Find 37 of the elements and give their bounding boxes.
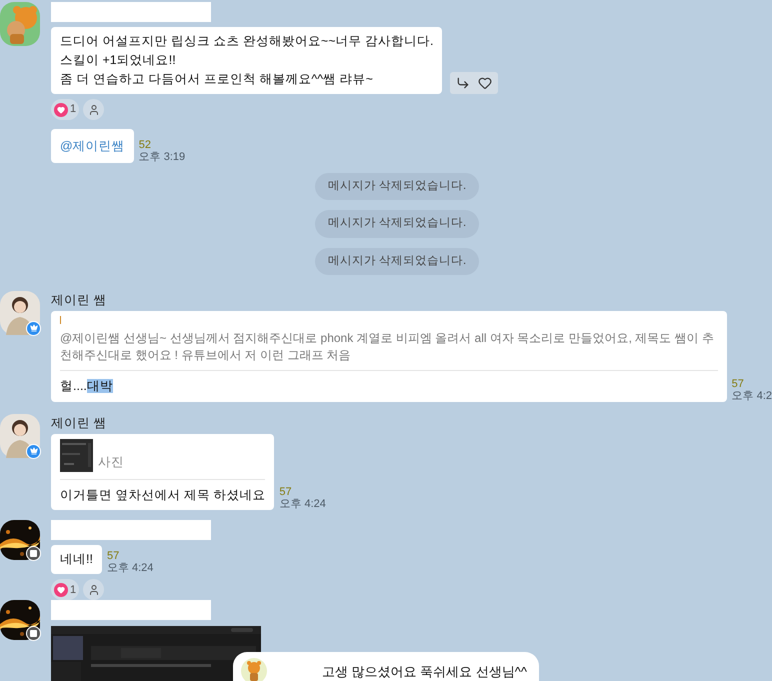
unread-count: 52 (138, 139, 152, 151)
unread-count: 57 (732, 378, 745, 390)
deleted-notice: 메시지가 삭제되었습니다. (314, 173, 480, 200)
quoted-text: 사진 (98, 454, 124, 471)
message-time: 오후 4:2 (732, 390, 772, 402)
message-text: 좀 더 연습하고 다듬어서 프로인척 해볼께요^^쌤 랴뷰~ (60, 71, 374, 88)
deleted-notice: 메시지가 삭제되었습니다. (314, 248, 480, 275)
unread-count: 57 (106, 550, 120, 562)
message-time: 오후 4:24 (106, 562, 154, 574)
person-avatar-icon (0, 414, 40, 458)
message-text: 드디어 어설프지만 립싱크 쇼츠 완성해봤어요~~너무 감사합니다. (60, 33, 434, 50)
heart-icon (57, 106, 65, 114)
notification-toast[interactable]: 고생 많으셨어요 푹쉬세요 선생님^^ (233, 652, 539, 681)
heart-icon (57, 586, 65, 594)
heart-reaction[interactable]: 1 (51, 99, 80, 120)
heart-reaction[interactable]: 1 (51, 579, 80, 600)
message-time: 오후 4:24 (279, 498, 326, 510)
like-icon[interactable] (478, 76, 492, 90)
reply-text: 헐....대박 (60, 378, 114, 395)
unread-count: 57 (279, 486, 293, 498)
deleted-notice: 메시지가 삭제되었습니다. (314, 210, 480, 238)
quoted-text: @제이린쌤 선생님~ 선생님께서 점지해주신대로 phonk 계열로 비피엠 올려서 all 여자 목소리로 만들었어요, 제목도 쌤이 추천해주신대로 했어요 ! 유튜브에서 저 이런 그래프 처음 (60, 330, 715, 364)
sender-name: 제이린 쌤 (51, 414, 108, 432)
sender-name: 제이린 쌤 (51, 292, 108, 309)
animal-avatar-icon (0, 2, 40, 46)
quote-marker (60, 316, 61, 324)
person-icon[interactable] (88, 104, 100, 116)
message-time: 오후 3:19 (138, 151, 186, 163)
notification-text: 고생 많으셨어요 푹쉬세요 선생님^^ (322, 663, 527, 681)
mention-link[interactable]: @제이린쌤 (60, 139, 125, 153)
reply-icon[interactable] (456, 76, 470, 90)
person-avatar-icon (0, 290, 40, 335)
message-text: 스킬이 +1되었네요!! (60, 52, 177, 69)
message-text: 네네!! (60, 551, 93, 568)
person-icon[interactable] (88, 584, 100, 596)
animal-avatar-icon (245, 661, 263, 681)
reply-text: 이거틀면 옆차선에서 제목 하셨네요 (60, 486, 266, 504)
